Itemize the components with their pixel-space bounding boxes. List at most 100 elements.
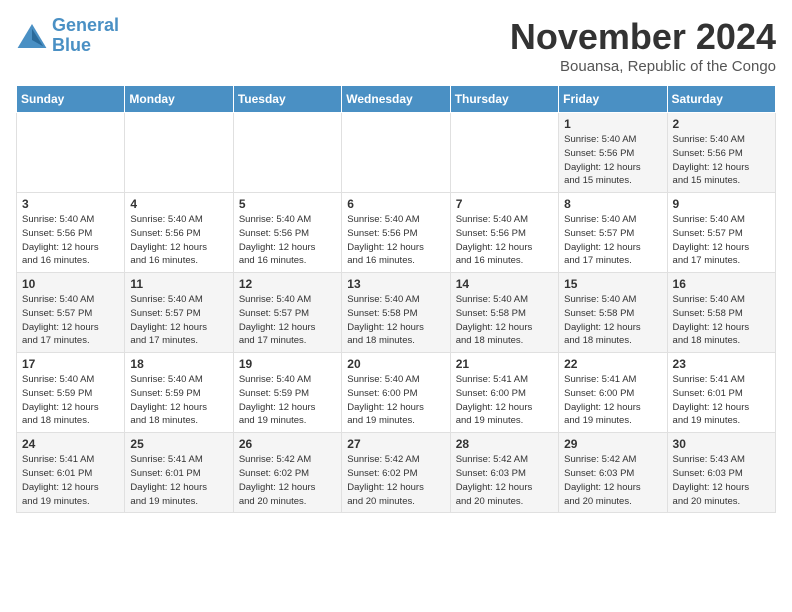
calendar-cell: 28 Sunrise: 5:42 AMSunset: 6:03 PMDayligh… bbox=[450, 433, 558, 513]
calendar-week-row: 3 Sunrise: 5:40 AMSunset: 5:56 PMDaylight… bbox=[17, 193, 776, 273]
page-header: General Blue November 2024 Bouansa, Repu… bbox=[16, 16, 776, 75]
calendar-cell bbox=[125, 113, 233, 193]
day-number: 30 bbox=[673, 437, 770, 451]
calendar-cell: 18Sunrise: 5:40 AMSunset: 5:59 PMDayligh… bbox=[125, 353, 233, 433]
day-info: Sunrise: 5:40 AMSunset: 5:57 PMDaylight:… bbox=[22, 293, 119, 348]
day-number: 1 bbox=[564, 117, 661, 131]
day-number: 9 bbox=[673, 197, 770, 211]
day-number: 5 bbox=[239, 197, 336, 211]
day-info: Sunrise: 5:40 AMSunset: 5:56 PMDaylight:… bbox=[564, 133, 661, 188]
calendar-cell: 22 Sunrise: 5:41 AMSunset: 6:00 PMDayligh… bbox=[559, 353, 667, 433]
day-number: 15 bbox=[564, 277, 661, 291]
calendar-cell: 10 Sunrise: 5:40 AMSunset: 5:57 PMDayligh… bbox=[17, 273, 125, 353]
day-info: Sunrise: 5:40 AMSunset: 5:56 PMDaylight:… bbox=[673, 133, 770, 188]
day-number: 24 bbox=[22, 437, 119, 451]
day-number: 10 bbox=[22, 277, 119, 291]
day-info: Sunrise: 5:41 AMSunset: 6:01 PMDaylight:… bbox=[22, 453, 119, 508]
day-info: Sunrise: 5:40 AMSunset: 6:00 PMDaylight:… bbox=[347, 373, 444, 428]
day-number: 19 bbox=[239, 357, 336, 371]
logo-icon bbox=[16, 22, 48, 50]
day-info: Sunrise: 5:40 AMSunset: 5:59 PMDaylight:… bbox=[130, 373, 227, 428]
day-number: 21 bbox=[456, 357, 553, 371]
calendar-cell: 6 Sunrise: 5:40 AMSunset: 5:56 PMDaylight… bbox=[342, 193, 450, 273]
day-number: 23 bbox=[673, 357, 770, 371]
weekday-header: Thursday bbox=[450, 86, 558, 113]
day-info: Sunrise: 5:41 AMSunset: 6:00 PMDaylight:… bbox=[564, 373, 661, 428]
day-number: 11 bbox=[130, 277, 227, 291]
day-number: 3 bbox=[22, 197, 119, 211]
calendar-cell: 13 Sunrise: 5:40 AMSunset: 5:58 PMDayligh… bbox=[342, 273, 450, 353]
day-number: 2 bbox=[673, 117, 770, 131]
weekday-header: Saturday bbox=[667, 86, 775, 113]
calendar-cell: 29Sunrise: 5:42 AMSunset: 6:03 PMDayligh… bbox=[559, 433, 667, 513]
day-info: Sunrise: 5:42 AMSunset: 6:03 PMDaylight:… bbox=[456, 453, 553, 508]
weekday-header: Sunday bbox=[17, 86, 125, 113]
day-number: 20 bbox=[347, 357, 444, 371]
calendar-cell: 1 Sunrise: 5:40 AMSunset: 5:56 PMDaylight… bbox=[559, 113, 667, 193]
day-number: 7 bbox=[456, 197, 553, 211]
day-info: Sunrise: 5:40 AMSunset: 5:59 PMDaylight:… bbox=[22, 373, 119, 428]
day-info: Sunrise: 5:42 AMSunset: 6:03 PMDaylight:… bbox=[564, 453, 661, 508]
day-info: Sunrise: 5:40 AMSunset: 5:56 PMDaylight:… bbox=[347, 213, 444, 268]
calendar-cell: 5 Sunrise: 5:40 AMSunset: 5:56 PMDaylight… bbox=[233, 193, 341, 273]
calendar-table: SundayMondayTuesdayWednesdayThursdayFrid… bbox=[16, 85, 776, 513]
calendar-header: SundayMondayTuesdayWednesdayThursdayFrid… bbox=[17, 86, 776, 113]
calendar-week-row: 24 Sunrise: 5:41 AMSunset: 6:01 PMDayligh… bbox=[17, 433, 776, 513]
day-info: Sunrise: 5:40 AMSunset: 5:57 PMDaylight:… bbox=[673, 213, 770, 268]
calendar-week-row: 10 Sunrise: 5:40 AMSunset: 5:57 PMDayligh… bbox=[17, 273, 776, 353]
day-number: 8 bbox=[564, 197, 661, 211]
calendar-cell: 14 Sunrise: 5:40 AMSunset: 5:58 PMDayligh… bbox=[450, 273, 558, 353]
logo: General Blue bbox=[16, 16, 119, 56]
day-info: Sunrise: 5:40 AMSunset: 5:58 PMDaylight:… bbox=[564, 293, 661, 348]
calendar-cell: 20 Sunrise: 5:40 AMSunset: 6:00 PMDayligh… bbox=[342, 353, 450, 433]
calendar-week-row: 17 Sunrise: 5:40 AMSunset: 5:59 PMDayligh… bbox=[17, 353, 776, 433]
calendar-cell: 23Sunrise: 5:41 AMSunset: 6:01 PMDayligh… bbox=[667, 353, 775, 433]
day-number: 13 bbox=[347, 277, 444, 291]
calendar-cell: 19 Sunrise: 5:40 AMSunset: 5:59 PMDayligh… bbox=[233, 353, 341, 433]
day-number: 26 bbox=[239, 437, 336, 451]
calendar-cell: 21Sunrise: 5:41 AMSunset: 6:00 PMDayligh… bbox=[450, 353, 558, 433]
day-info: Sunrise: 5:40 AMSunset: 5:56 PMDaylight:… bbox=[239, 213, 336, 268]
day-info: Sunrise: 5:40 AMSunset: 5:59 PMDaylight:… bbox=[239, 373, 336, 428]
calendar-cell: 24 Sunrise: 5:41 AMSunset: 6:01 PMDayligh… bbox=[17, 433, 125, 513]
calendar-body: 1 Sunrise: 5:40 AMSunset: 5:56 PMDaylight… bbox=[17, 113, 776, 513]
day-number: 22 bbox=[564, 357, 661, 371]
day-number: 4 bbox=[130, 197, 227, 211]
weekday-header: Friday bbox=[559, 86, 667, 113]
calendar-cell bbox=[17, 113, 125, 193]
weekday-header: Tuesday bbox=[233, 86, 341, 113]
day-info: Sunrise: 5:40 AMSunset: 5:56 PMDaylight:… bbox=[456, 213, 553, 268]
day-number: 12 bbox=[239, 277, 336, 291]
calendar-cell: 11Sunrise: 5:40 AMSunset: 5:57 PMDayligh… bbox=[125, 273, 233, 353]
calendar-cell: 27 Sunrise: 5:42 AMSunset: 6:02 PMDayligh… bbox=[342, 433, 450, 513]
weekday-row: SundayMondayTuesdayWednesdayThursdayFrid… bbox=[17, 86, 776, 113]
month-title: November 2024 bbox=[510, 16, 776, 58]
calendar-cell: 2 Sunrise: 5:40 AMSunset: 5:56 PMDaylight… bbox=[667, 113, 775, 193]
day-number: 6 bbox=[347, 197, 444, 211]
weekday-header: Wednesday bbox=[342, 86, 450, 113]
location: Bouansa, Republic of the Congo bbox=[510, 58, 776, 75]
calendar-cell bbox=[450, 113, 558, 193]
day-info: Sunrise: 5:40 AMSunset: 5:56 PMDaylight:… bbox=[22, 213, 119, 268]
calendar-cell: 25Sunrise: 5:41 AMSunset: 6:01 PMDayligh… bbox=[125, 433, 233, 513]
day-number: 14 bbox=[456, 277, 553, 291]
day-info: Sunrise: 5:43 AMSunset: 6:03 PMDaylight:… bbox=[673, 453, 770, 508]
day-info: Sunrise: 5:42 AMSunset: 6:02 PMDaylight:… bbox=[347, 453, 444, 508]
calendar-cell bbox=[342, 113, 450, 193]
day-info: Sunrise: 5:40 AMSunset: 5:58 PMDaylight:… bbox=[347, 293, 444, 348]
calendar-cell: 3 Sunrise: 5:40 AMSunset: 5:56 PMDaylight… bbox=[17, 193, 125, 273]
calendar-cell: 15 Sunrise: 5:40 AMSunset: 5:58 PMDayligh… bbox=[559, 273, 667, 353]
day-number: 28 bbox=[456, 437, 553, 451]
logo-text: General Blue bbox=[52, 16, 119, 56]
day-number: 17 bbox=[22, 357, 119, 371]
calendar-cell: 30 Sunrise: 5:43 AMSunset: 6:03 PMDayligh… bbox=[667, 433, 775, 513]
day-number: 27 bbox=[347, 437, 444, 451]
day-info: Sunrise: 5:40 AMSunset: 5:57 PMDaylight:… bbox=[564, 213, 661, 268]
calendar-cell bbox=[233, 113, 341, 193]
day-info: Sunrise: 5:40 AMSunset: 5:57 PMDaylight:… bbox=[239, 293, 336, 348]
title-block: November 2024 Bouansa, Republic of the C… bbox=[510, 16, 776, 75]
day-number: 16 bbox=[673, 277, 770, 291]
day-info: Sunrise: 5:40 AMSunset: 5:58 PMDaylight:… bbox=[456, 293, 553, 348]
day-info: Sunrise: 5:40 AMSunset: 5:58 PMDaylight:… bbox=[673, 293, 770, 348]
calendar-cell: 8 Sunrise: 5:40 AMSunset: 5:57 PMDaylight… bbox=[559, 193, 667, 273]
